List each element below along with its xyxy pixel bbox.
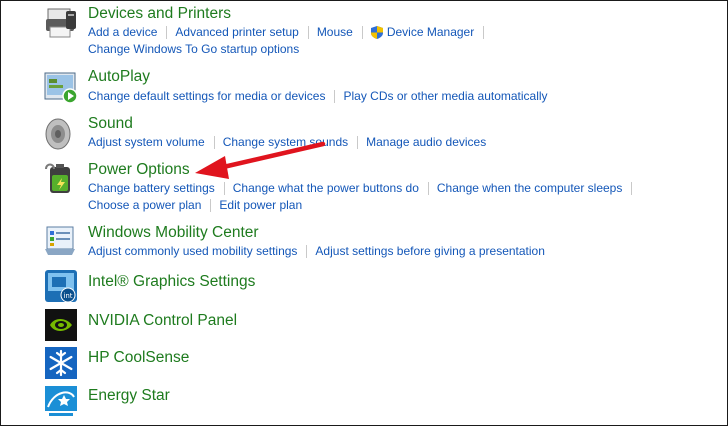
devices-and-printers-title[interactable]: Devices and Printers <box>88 5 231 23</box>
energy-star-title[interactable]: Energy Star <box>88 387 170 405</box>
separator <box>166 26 168 39</box>
mobility-center-icon[interactable] <box>44 225 78 259</box>
mobility-center-links: Adjust commonly used mobility settings A… <box>88 243 545 260</box>
change-computer-sleeps-link[interactable]: Change when the computer sleeps <box>437 180 622 197</box>
separator <box>307 26 309 39</box>
mouse-link[interactable]: Mouse <box>317 24 353 41</box>
uac-shield-icon <box>370 26 383 39</box>
autoplay-title[interactable]: AutoPlay <box>88 68 150 86</box>
energy-star-icon[interactable] <box>44 385 78 419</box>
edit-power-plan-link[interactable]: Edit power plan <box>219 197 302 214</box>
autoplay-links: Change default settings for media or dev… <box>88 88 548 105</box>
intel-graphics-title[interactable]: Intel® Graphics Settings <box>88 273 255 291</box>
change-default-media-settings-link[interactable]: Change default settings for media or dev… <box>88 88 325 105</box>
separator <box>427 182 429 195</box>
change-battery-settings-link[interactable]: Change battery settings <box>88 180 215 197</box>
windows-to-go-link[interactable]: Change Windows To Go startup options <box>88 41 299 58</box>
power-options-links: Change battery settings Change what the … <box>88 180 640 214</box>
device-manager-link[interactable]: Device Manager <box>387 24 474 41</box>
hp-coolsense-title[interactable]: HP CoolSense <box>88 349 189 367</box>
adjust-system-volume-link[interactable]: Adjust system volume <box>88 134 205 151</box>
mobility-center-title[interactable]: Windows Mobility Center <box>88 224 259 242</box>
adjust-mobility-settings-link[interactable]: Adjust commonly used mobility settings <box>88 243 297 260</box>
manage-audio-devices-link[interactable]: Manage audio devices <box>366 134 486 151</box>
svg-text:int: int <box>63 292 72 300</box>
separator <box>334 90 336 103</box>
presentation-settings-link[interactable]: Adjust settings before giving a presenta… <box>315 243 544 260</box>
nvidia-control-panel-title[interactable]: NVIDIA Control Panel <box>88 312 237 330</box>
separator <box>631 182 633 195</box>
separator <box>361 26 363 39</box>
play-cds-automatically-link[interactable]: Play CDs or other media automatically <box>343 88 547 105</box>
change-power-buttons-link[interactable]: Change what the power buttons do <box>233 180 419 197</box>
power-options-title[interactable]: Power Options <box>88 161 190 179</box>
separator <box>357 136 359 149</box>
battery-power-icon[interactable] <box>44 161 78 195</box>
autoplay-icon[interactable] <box>44 71 78 105</box>
speaker-icon[interactable] <box>44 117 78 151</box>
printer-icon[interactable] <box>44 7 78 41</box>
separator <box>483 26 485 39</box>
choose-power-plan-link[interactable]: Choose a power plan <box>88 197 201 214</box>
separator <box>223 182 225 195</box>
separator <box>306 245 308 258</box>
sound-title[interactable]: Sound <box>88 115 133 133</box>
change-system-sounds-link[interactable]: Change system sounds <box>223 134 348 151</box>
devices-links: Add a device Advanced printer setup Mous… <box>88 24 492 58</box>
snowflake-icon[interactable] <box>44 346 78 380</box>
add-a-device-link[interactable]: Add a device <box>88 24 157 41</box>
separator <box>213 136 215 149</box>
separator <box>210 199 212 212</box>
nvidia-icon[interactable] <box>44 308 78 342</box>
advanced-printer-setup-link[interactable]: Advanced printer setup <box>175 24 298 41</box>
sound-links: Adjust system volume Change system sound… <box>88 134 486 151</box>
intel-graphics-icon[interactable]: int <box>44 269 78 303</box>
